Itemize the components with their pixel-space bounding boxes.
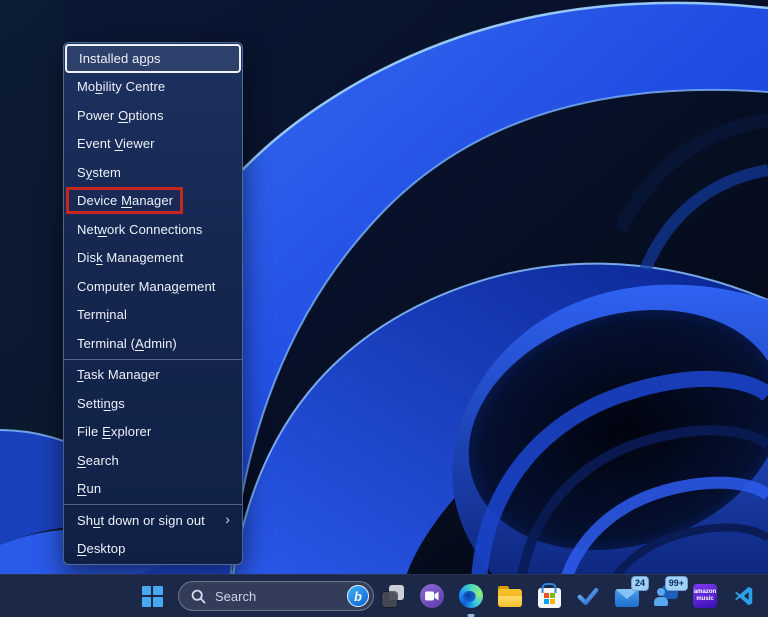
- microsoft-store-button[interactable]: [536, 581, 562, 611]
- menu-item-label: Installed apps: [79, 50, 161, 66]
- menu-item-search[interactable]: Search: [64, 446, 242, 475]
- menu-item-run[interactable]: Run: [64, 475, 242, 504]
- file-explorer-button[interactable]: [497, 581, 523, 611]
- menu-item-settings[interactable]: Settings: [64, 389, 242, 418]
- taskbar: Search b 24 99+ amazon music: [0, 574, 768, 617]
- chat-button[interactable]: [419, 581, 445, 611]
- search-placeholder: Search: [215, 588, 257, 604]
- menu-item-label: Task Manager: [77, 367, 160, 383]
- checkmark-icon: [577, 587, 599, 605]
- menu-item-label: Device Manager: [77, 193, 174, 209]
- menu-item-device-manager[interactable]: Device Manager: [64, 186, 242, 216]
- menu-item-label: Settings: [77, 395, 125, 411]
- mail-icon: [615, 588, 639, 607]
- menu-item-shut-down-or-sign-out[interactable]: Shut down or sign out ›: [64, 506, 242, 535]
- menu-item-desktop[interactable]: Desktop: [64, 535, 242, 564]
- menu-item-mobility-centre[interactable]: Mobility Centre: [64, 73, 242, 102]
- menu-item-label: Run: [77, 481, 102, 497]
- amazon-music-line2: music: [696, 596, 714, 602]
- mail-badge: 24: [630, 576, 649, 591]
- search-icon: [191, 589, 206, 604]
- menu-separator: [64, 358, 242, 360]
- menu-item-terminal-admin[interactable]: Terminal (Admin): [64, 329, 242, 358]
- menu-item-label: Network Connections: [77, 221, 203, 237]
- task-view-button[interactable]: [380, 581, 406, 611]
- menu-item-system[interactable]: System: [64, 158, 242, 187]
- search-input[interactable]: Search b: [178, 581, 374, 611]
- menu-item-task-manager[interactable]: Task Manager: [64, 361, 242, 390]
- menu-item-label: System: [77, 164, 121, 180]
- store-bag-icon: [537, 588, 561, 608]
- edge-icon: [459, 584, 483, 608]
- start-button[interactable]: [139, 581, 165, 611]
- phone-link-button[interactable]: 99+: [653, 576, 688, 611]
- pinned-apps: 24 99+ amazon music: [380, 576, 757, 617]
- edge-button[interactable]: [458, 581, 484, 617]
- menu-item-network-connections[interactable]: Network Connections: [64, 215, 242, 244]
- menu-item-label: Mobility Centre: [77, 79, 166, 95]
- menu-item-label: Computer Management: [77, 278, 216, 294]
- menu-item-disk-management[interactable]: Disk Management: [64, 244, 242, 273]
- vs-code-button[interactable]: [731, 581, 757, 611]
- bing-icon[interactable]: b: [347, 585, 369, 607]
- to-do-button[interactable]: [575, 581, 601, 611]
- vs-code-icon: [735, 586, 753, 606]
- menu-item-label: Desktop: [77, 541, 126, 557]
- menu-item-computer-management[interactable]: Computer Management: [64, 272, 242, 301]
- menu-item-label: Terminal: [77, 307, 127, 323]
- video-chat-icon: [420, 584, 444, 608]
- menu-item-power-options[interactable]: Power Options: [64, 101, 242, 130]
- winx-menu: Installed apps Mobility Centre Power Optio…: [63, 42, 243, 565]
- mail-button[interactable]: 24: [614, 576, 649, 611]
- menu-item-label: Search: [77, 452, 119, 468]
- task-view-icon: [382, 585, 404, 607]
- phone-link-badge: 99+: [664, 576, 688, 591]
- menu-separator: [64, 504, 242, 505]
- folder-icon: [498, 586, 522, 607]
- amazon-music-button[interactable]: amazon music: [692, 581, 718, 611]
- menu-item-label: Disk Management: [77, 250, 184, 266]
- menu-item-label: Power Options: [77, 107, 164, 123]
- amazon-music-icon: amazon music: [693, 584, 717, 608]
- amazon-music-line1: amazon: [693, 589, 717, 595]
- menu-item-file-explorer[interactable]: File Explorer: [64, 418, 242, 447]
- menu-item-installed-apps[interactable]: Installed apps: [65, 44, 241, 73]
- menu-item-label: File Explorer: [77, 424, 152, 440]
- windows-logo-icon: [141, 585, 163, 607]
- menu-item-label: Shut down or sign out: [77, 512, 205, 528]
- menu-item-label: Terminal (Admin): [77, 335, 177, 351]
- menu-item-terminal[interactable]: Terminal: [64, 301, 242, 330]
- menu-item-event-viewer[interactable]: Event Viewer: [64, 130, 242, 159]
- menu-item-label: Event Viewer: [77, 136, 155, 152]
- submenu-chevron-icon: ›: [225, 511, 230, 528]
